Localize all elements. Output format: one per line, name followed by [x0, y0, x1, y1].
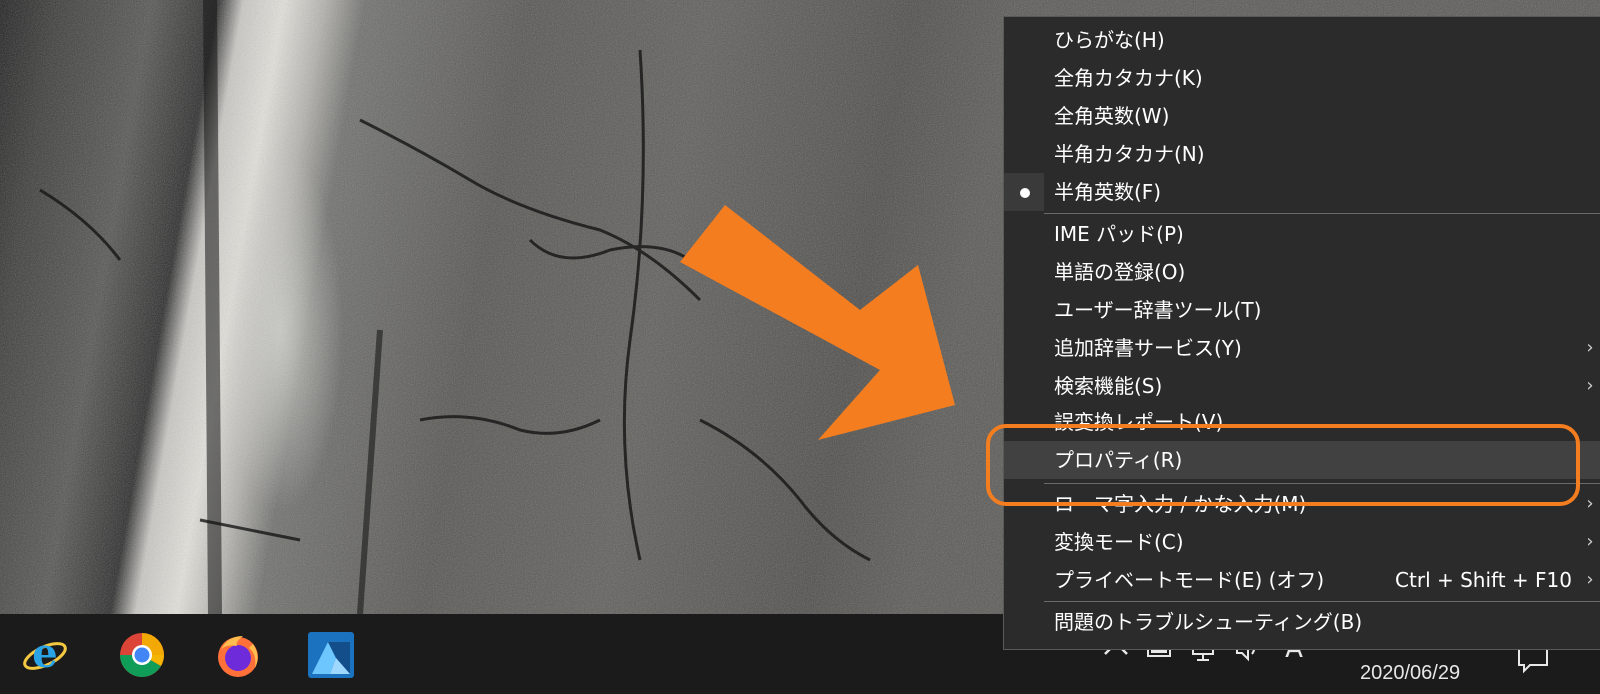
ime-context-menu: ひらがな(H) 全角カタカナ(K) 全角英数(W) 半角カタカナ(N) 半角英数…	[1003, 16, 1600, 650]
menu-item-label: 全角カタカナ(K)	[1054, 66, 1203, 90]
menu-item-troubleshooting[interactable]: 問題のトラブルシューティング(B)	[1004, 603, 1600, 641]
menu-item-private-mode[interactable]: プライベートモード(E) (オフ) Ctrl + Shift + F10 ›	[1004, 561, 1600, 599]
menu-item-word-register[interactable]: 単語の登録(O)	[1004, 253, 1600, 291]
selected-bullet-icon	[1020, 188, 1030, 198]
menu-item-label: 追加辞書サービス(Y)	[1054, 336, 1242, 360]
menu-item-hiragana[interactable]: ひらがな(H)	[1004, 21, 1600, 59]
menu-item-ime-pad[interactable]: IME パッド(P)	[1004, 215, 1600, 253]
menu-item-conversion-mode[interactable]: 変換モード(C) ›	[1004, 523, 1600, 561]
menu-item-label: ユーザー辞書ツール(T)	[1054, 298, 1262, 322]
affinity-designer-icon[interactable]	[306, 630, 356, 680]
chevron-right-icon: ›	[1586, 337, 1594, 358]
menu-item-label: 問題のトラブルシューティング(B)	[1054, 610, 1363, 634]
menu-item-zenkaku-katakana[interactable]: 全角カタカナ(K)	[1004, 59, 1600, 97]
menu-item-shortcut: Ctrl + Shift + F10	[1395, 568, 1572, 592]
menu-item-label: IME パッド(P)	[1054, 222, 1184, 246]
firefox-icon[interactable]	[213, 630, 263, 680]
menu-item-hankaku-eisu[interactable]: 半角英数(F)	[1004, 173, 1600, 211]
menu-item-label: 半角英数(F)	[1054, 180, 1162, 204]
menu-item-additional-dictionary[interactable]: 追加辞書サービス(Y) ›	[1004, 329, 1600, 367]
chevron-right-icon: ›	[1586, 569, 1594, 590]
menu-item-label: 全角英数(W)	[1054, 104, 1170, 128]
menu-separator	[1044, 213, 1600, 214]
menu-item-search-function[interactable]: 検索機能(S) ›	[1004, 367, 1600, 405]
annotation-highlight-box	[986, 424, 1580, 506]
chrome-icon[interactable]	[117, 630, 167, 680]
menu-item-label: 変換モード(C)	[1054, 530, 1184, 554]
menu-item-label: プライベートモード(E) (オフ)	[1054, 568, 1325, 592]
menu-item-hankaku-katakana[interactable]: 半角カタカナ(N)	[1004, 135, 1600, 173]
taskbar-date[interactable]: 2020/06/29	[1360, 662, 1460, 685]
chevron-right-icon: ›	[1586, 493, 1594, 514]
menu-item-label: 検索機能(S)	[1054, 374, 1163, 398]
chevron-right-icon: ›	[1586, 375, 1594, 396]
menu-item-label: 単語の登録(O)	[1054, 260, 1186, 284]
menu-item-zenkaku-eisu[interactable]: 全角英数(W)	[1004, 97, 1600, 135]
menu-item-label: 半角カタカナ(N)	[1054, 142, 1205, 166]
internet-explorer-icon[interactable]: e	[20, 630, 70, 680]
menu-separator	[1044, 601, 1600, 602]
chevron-right-icon: ›	[1586, 531, 1594, 552]
menu-item-label: ひらがな(H)	[1054, 28, 1165, 52]
menu-item-user-dictionary[interactable]: ユーザー辞書ツール(T)	[1004, 291, 1600, 329]
svg-text:e: e	[32, 630, 57, 677]
